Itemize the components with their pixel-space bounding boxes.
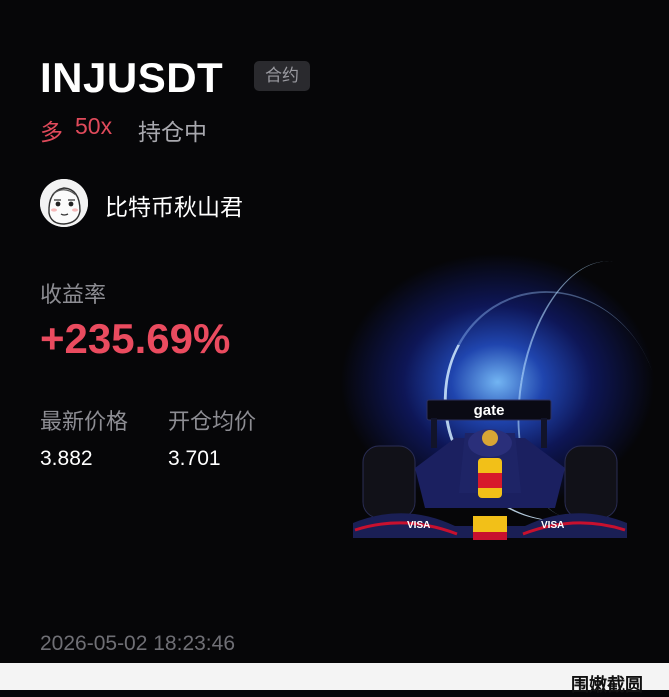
avatar [40, 179, 88, 227]
entry-price-label: 开仓均价 [168, 409, 257, 434]
leverage: 50x [75, 113, 113, 139]
last-price-label: 最新价格 [40, 409, 129, 434]
last-price-value: 3.882 [40, 447, 93, 470]
timestamp: 2026-05-02 18:23:46 [40, 632, 235, 655]
bottom-strip [0, 663, 669, 690]
share-card: INJUSDT 合约 多 50x 持仓中 比特币秋山君 收益率 +235.69%… [0, 0, 669, 663]
roi-value: +235.69% [40, 315, 231, 362]
contract-badge: 合约 [254, 61, 310, 91]
symbol-title: INJUSDT [40, 54, 224, 101]
entry-price-value: 3.701 [168, 447, 221, 470]
car-brand-text: gate [474, 402, 505, 419]
avatar-face-icon [40, 179, 88, 227]
f1-car-image: gate VISA VISA [353, 399, 627, 540]
bottom-watermark-text: 围嫩截圆 [571, 675, 643, 695]
car-livery-right: VISA [541, 520, 564, 531]
position-status: 持仓中 [138, 119, 207, 145]
position-side: 多 [40, 119, 63, 145]
username: 比特币秋山君 [105, 194, 243, 220]
roi-label: 收益率 [40, 282, 107, 307]
car-livery-left: VISA [407, 520, 430, 531]
